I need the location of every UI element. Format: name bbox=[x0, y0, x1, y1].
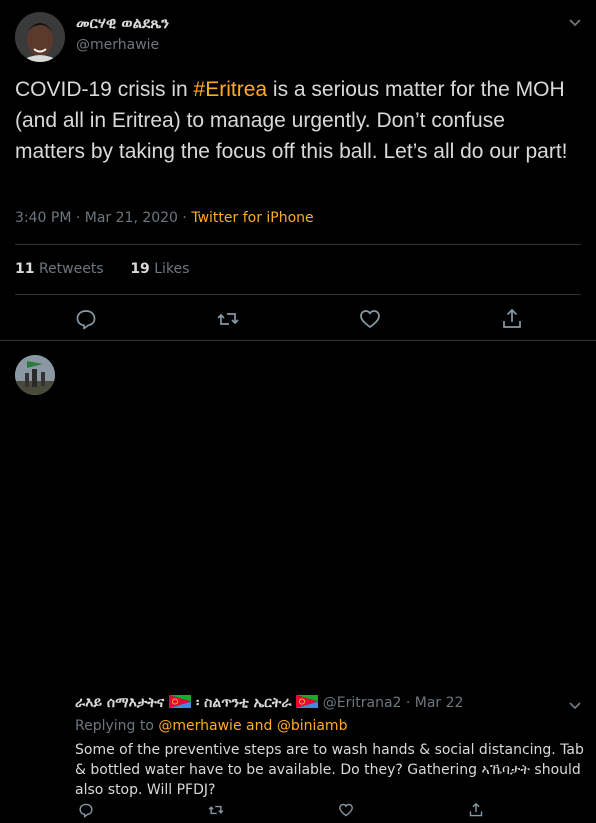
reply-text: Some of the preventive steps are to wash… bbox=[75, 742, 584, 798]
chevron-down-icon[interactable] bbox=[567, 697, 583, 717]
mention-link[interactable]: @biniamb bbox=[277, 718, 348, 734]
retweets-count: 11 bbox=[15, 261, 35, 277]
likes-label: Likes bbox=[154, 261, 190, 277]
reply-author-name[interactable]: ራእይ ሰማእታትና ፡ ስልጥንቲ ኤርትራ bbox=[75, 695, 319, 711]
eritrea-flag-icon bbox=[296, 695, 319, 708]
replying-to: Replying to @merhawie and @biniamb bbox=[75, 718, 347, 734]
reply-name-part1: ራእይ ሰማእታትና bbox=[75, 695, 165, 711]
tweet-text: COVID-19 crisis in #Eritrea is a serious… bbox=[15, 74, 575, 167]
likes-count: 19 bbox=[130, 261, 150, 277]
author-avatar[interactable] bbox=[15, 12, 65, 62]
chevron-down-icon[interactable] bbox=[567, 14, 583, 34]
mention-link[interactable]: @merhawie bbox=[158, 718, 241, 734]
reply-name-part2: ስልጥንቲ ኤርትራ bbox=[204, 695, 292, 711]
reply-header: ራእይ ሰማእታትና ፡ ስልጥንቲ ኤርትራ @Eritrana2 · Mar… bbox=[75, 695, 463, 711]
divider bbox=[15, 294, 581, 295]
comment-icon[interactable] bbox=[77, 801, 95, 819]
reply-avatar[interactable] bbox=[15, 355, 55, 395]
tweet-time[interactable]: 3:40 PM · Mar 21, 2020 · bbox=[15, 210, 191, 226]
tweet-text-start: COVID-19 crisis in bbox=[15, 78, 194, 101]
retweets-label: Retweets bbox=[38, 261, 104, 277]
replying-and: and bbox=[241, 718, 277, 734]
tweet-meta: 3:40 PM · Mar 21, 2020 · Twitter for iPh… bbox=[15, 210, 314, 226]
retweet-icon[interactable] bbox=[207, 801, 225, 819]
author-name[interactable]: መርሃዊ ወልደጼን bbox=[76, 14, 169, 32]
tweet-source[interactable]: Twitter for iPhone bbox=[191, 210, 313, 226]
replying-prefix: Replying to bbox=[75, 718, 159, 734]
hashtag-link[interactable]: #Eritrea bbox=[194, 78, 268, 101]
divider bbox=[15, 244, 581, 245]
author-handle[interactable]: @merhawie bbox=[76, 37, 159, 53]
share-icon[interactable] bbox=[467, 801, 485, 819]
comment-icon[interactable] bbox=[73, 306, 99, 332]
retweets-stat[interactable]: 11 Retweets bbox=[15, 261, 104, 277]
tweet-stats: 11 Retweets 19 Likes bbox=[15, 261, 189, 277]
eritrea-flag-icon bbox=[169, 695, 192, 708]
reply-handle-date[interactable]: @Eritrana2 · Mar 22 bbox=[323, 695, 464, 711]
likes-stat[interactable]: 19 Likes bbox=[130, 261, 189, 277]
tweet-detail: መርሃዊ ወልደጼን @merhawie COVID-19 crisis in … bbox=[0, 0, 596, 341]
reply-name-separator: ፡ bbox=[191, 695, 205, 711]
main-tweet: መርሃዊ ወልደጼን @merhawie COVID-19 crisis in … bbox=[0, 0, 596, 818]
heart-icon[interactable] bbox=[357, 306, 383, 332]
share-icon[interactable] bbox=[499, 306, 525, 332]
reply-tweet[interactable]: ራእይ ሰማእታትና ፡ ስልጥንቲ ኤርትራ @Eritrana2 · Mar… bbox=[0, 341, 596, 818]
retweet-icon[interactable] bbox=[215, 306, 241, 332]
heart-icon[interactable] bbox=[337, 801, 355, 819]
